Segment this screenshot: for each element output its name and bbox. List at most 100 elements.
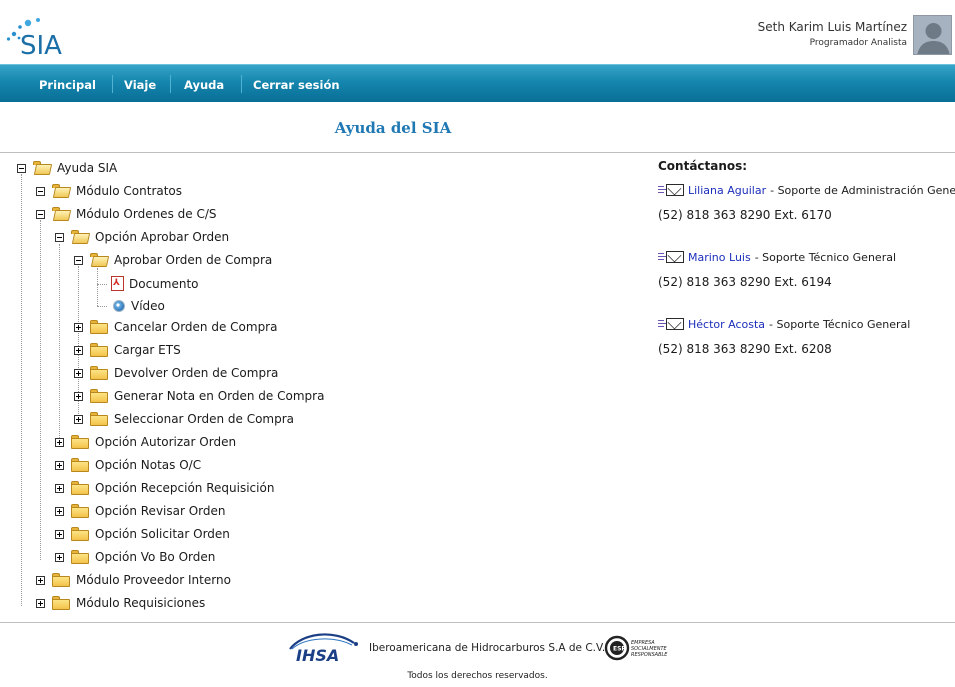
tree-label[interactable]: Opción Autorizar Orden <box>95 435 236 449</box>
collapse-toggle[interactable] <box>74 255 83 265</box>
tree-line <box>40 220 41 560</box>
tree-label[interactable]: Opción Recepción Requisición <box>95 481 274 495</box>
expand-toggle[interactable] <box>55 483 64 493</box>
nav-principal[interactable]: Principal <box>39 78 96 92</box>
tree-label[interactable]: Seleccionar Orden de Compra <box>114 412 294 426</box>
collapse-toggle[interactable] <box>17 163 26 173</box>
tree-label[interactable]: Opción Aprobar Orden <box>95 230 229 244</box>
company-name: Iberoamericana de Hidrocarburos S.A de C… <box>369 642 606 654</box>
contact-entry: Marino Luis - Soporte Técnico General <box>658 248 896 266</box>
folder-icon <box>90 412 108 426</box>
contact-role: - Soporte de Administración General <box>770 183 955 197</box>
tree-label[interactable]: Módulo Proveedor Interno <box>76 573 231 587</box>
collapse-toggle[interactable] <box>36 209 45 219</box>
collapse-toggle[interactable] <box>36 186 45 196</box>
contact-link[interactable]: Liliana Aguilar <box>688 184 766 197</box>
contact-link[interactable]: Marino Luis <box>688 251 751 264</box>
tree-label[interactable]: Documento <box>129 277 199 291</box>
folder-icon <box>71 550 89 564</box>
sia-logo[interactable]: SIA <box>6 14 76 58</box>
contact-entry: Héctor Acosta - Soporte Técnico General <box>658 315 910 333</box>
folder-open-icon <box>52 207 72 221</box>
divider <box>0 622 955 623</box>
folder-icon <box>90 366 108 380</box>
svg-text:SIA: SIA <box>20 31 62 58</box>
folder-icon <box>71 458 89 472</box>
tree-label[interactable]: Aprobar Orden de Compra <box>114 253 272 267</box>
expand-toggle[interactable] <box>55 552 64 562</box>
pdf-icon: ⅄ <box>111 276 125 292</box>
tree-label[interactable]: Cargar ETS <box>114 343 181 357</box>
expand-toggle[interactable] <box>36 575 45 585</box>
folder-icon <box>90 320 108 334</box>
page-title: Ayuda del SIA <box>334 119 452 137</box>
copyright: Todos los derechos reservados. <box>407 671 548 681</box>
expand-toggle[interactable] <box>55 506 64 516</box>
tree-line <box>97 306 107 307</box>
main-nav: Principal Viaje Ayuda Cerrar sesión <box>0 64 955 102</box>
email-icon <box>658 317 686 331</box>
expand-toggle[interactable] <box>74 322 83 332</box>
nav-cerrar-sesion[interactable]: Cerrar sesión <box>253 78 340 92</box>
expand-toggle[interactable] <box>74 368 83 378</box>
tree-label[interactable]: Opción Solicitar Orden <box>95 527 230 541</box>
contact-entry: Liliana Aguilar - Soporte de Administrac… <box>658 181 955 199</box>
tree-node: Módulo Requisiciones <box>36 593 205 613</box>
folder-open-icon <box>33 161 53 175</box>
tree-label[interactable]: Módulo Contratos <box>76 184 182 198</box>
tree-node: Seleccionar Orden de Compra <box>74 409 294 429</box>
tree-label[interactable]: Cancelar Orden de Compra <box>114 320 277 334</box>
folder-open-icon <box>71 230 91 244</box>
tree-node-root: Ayuda SIA <box>17 158 117 178</box>
contact-phone: (52) 818 363 8290 Ext. 6194 <box>658 275 832 289</box>
expand-toggle[interactable] <box>36 598 45 608</box>
contact-link[interactable]: Héctor Acosta <box>688 318 765 331</box>
tree-label[interactable]: Opción Vo Bo Orden <box>95 550 215 564</box>
contacts-title: Contáctanos: <box>658 159 748 173</box>
video-icon <box>113 300 125 312</box>
expand-toggle[interactable] <box>55 460 64 470</box>
tree-label[interactable]: Generar Nota en Orden de Compra <box>114 389 324 403</box>
tree-label[interactable]: Vídeo <box>131 299 165 313</box>
user-silhouette-icon <box>914 16 951 54</box>
expand-toggle[interactable] <box>74 391 83 401</box>
tree-node: Generar Nota en Orden de Compra <box>74 386 324 406</box>
folder-icon <box>71 435 89 449</box>
expand-toggle[interactable] <box>55 437 64 447</box>
avatar[interactable] <box>913 15 952 55</box>
tree-label[interactable]: Ayuda SIA <box>57 161 117 175</box>
nav-ayuda[interactable]: Ayuda <box>184 78 224 92</box>
nav-separator <box>170 75 171 93</box>
tree-label[interactable]: Opción Notas O/C <box>95 458 201 472</box>
svg-text:RESPONSABLE: RESPONSABLE <box>631 652 668 658</box>
tree-label[interactable]: Módulo Ordenes de C/S <box>76 207 216 221</box>
email-icon <box>658 250 686 264</box>
tree-label[interactable]: Módulo Requisiciones <box>76 596 205 610</box>
tree-node: Opción Aprobar Orden <box>55 227 229 247</box>
expand-toggle[interactable] <box>74 414 83 424</box>
tree-node: Módulo Proveedor Interno <box>36 570 231 590</box>
tree-node: Opción Notas O/C <box>55 455 201 475</box>
tree-node: Módulo Contratos <box>36 181 182 201</box>
ihsa-logo: IHSA <box>289 633 358 663</box>
tree-line <box>59 244 60 444</box>
nav-viaje[interactable]: Viaje <box>124 78 156 92</box>
tree-label[interactable]: Devolver Orden de Compra <box>114 366 278 380</box>
tree-label[interactable]: Opción Revisar Orden <box>95 504 226 518</box>
tree-node: Cancelar Orden de Compra <box>74 317 277 337</box>
folder-icon <box>71 504 89 518</box>
tree-node: Devolver Orden de Compra <box>74 363 278 383</box>
header: SIA Seth Karim Luis Martínez Programador… <box>0 0 955 64</box>
email-icon <box>658 183 686 197</box>
divider <box>0 152 955 153</box>
folder-icon <box>71 481 89 495</box>
folder-icon <box>90 343 108 357</box>
collapse-toggle[interactable] <box>55 232 64 242</box>
tree-line <box>97 284 107 285</box>
expand-toggle[interactable] <box>74 345 83 355</box>
svg-text:IHSA: IHSA <box>296 646 339 663</box>
contact-role: - Soporte Técnico General <box>769 317 911 331</box>
expand-toggle[interactable] <box>55 529 64 539</box>
esr-logo: ESR EMPRESA SOCIALMENTE RESPONSABLE <box>604 635 668 661</box>
contact-role: - Soporte Técnico General <box>754 250 897 264</box>
